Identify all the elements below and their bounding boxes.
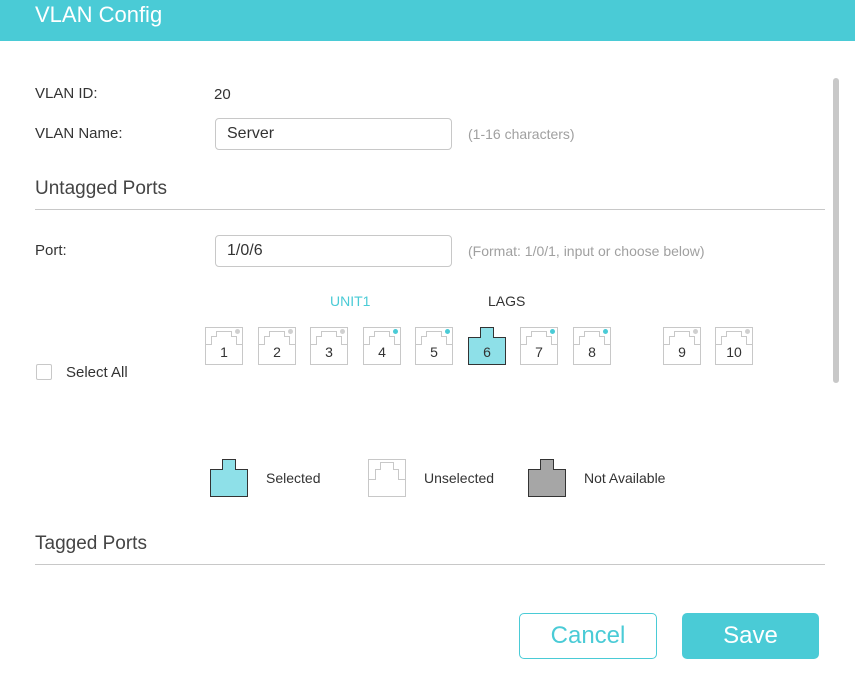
port-status-dot (550, 329, 555, 334)
port-number-label: 3 (325, 344, 333, 360)
port-number-label: 10 (726, 344, 742, 360)
port-status-dot (745, 329, 750, 334)
port-number-label: 5 (430, 344, 438, 360)
port-5[interactable]: 5 (415, 327, 453, 365)
vlan-name-label: VLAN Name: (35, 125, 123, 142)
vlan-id-label: VLAN ID: (35, 85, 98, 102)
untagged-divider (35, 209, 825, 210)
port-number-label: 6 (483, 344, 491, 360)
port-number-label: 2 (273, 344, 281, 360)
legend-not-available-icon (528, 459, 566, 497)
port-2[interactable]: 2 (258, 327, 296, 365)
port-input[interactable] (215, 235, 452, 267)
port-9[interactable]: 9 (663, 327, 701, 365)
port-6[interactable]: 6 (468, 327, 506, 365)
port-number-label: 1 (220, 344, 228, 360)
tab-lags[interactable]: LAGS (488, 293, 525, 309)
port-status-dot (235, 329, 240, 334)
cancel-button[interactable]: Cancel (519, 613, 657, 659)
legend-not-available-label: Not Available (584, 470, 666, 486)
port-7[interactable]: 7 (520, 327, 558, 365)
legend-selected-icon (210, 459, 248, 497)
vlan-name-input[interactable] (215, 118, 452, 150)
port-3[interactable]: 3 (310, 327, 348, 365)
port-4[interactable]: 4 (363, 327, 401, 365)
port-status-dot (288, 329, 293, 334)
dialog-title: VLAN Config (35, 2, 163, 27)
port-label: Port: (35, 242, 67, 259)
port-1[interactable]: 1 (205, 327, 243, 365)
port-number-label: 8 (588, 344, 596, 360)
untagged-ports-title: Untagged Ports (35, 178, 168, 199)
select-all-checkbox[interactable] (36, 364, 52, 380)
port-status-dot (393, 329, 398, 334)
vlan-id-value: 20 (214, 86, 231, 103)
port-number-label: 9 (678, 344, 686, 360)
scrollbar-thumb[interactable] (833, 78, 839, 383)
port-number-label: 7 (535, 344, 543, 360)
vlan-name-hint: (1-16 characters) (468, 126, 575, 142)
port-number-label: 4 (378, 344, 386, 360)
scrollbar[interactable] (833, 78, 839, 383)
legend-unselected-icon (368, 459, 406, 497)
tagged-divider (35, 564, 825, 565)
port-status-dot (603, 329, 608, 334)
port-status-dot (693, 329, 698, 334)
port-hint: (Format: 1/0/1, input or choose below) (468, 243, 705, 259)
port-10[interactable]: 10 (715, 327, 753, 365)
tagged-ports-title: Tagged Ports (35, 533, 147, 554)
tab-unit1[interactable]: UNIT1 (330, 293, 370, 309)
port-8[interactable]: 8 (573, 327, 611, 365)
select-all-label[interactable]: Select All (66, 364, 128, 382)
port-status-dot (445, 329, 450, 334)
port-status-dot (340, 329, 345, 334)
save-button[interactable]: Save (682, 613, 819, 659)
legend-unselected-label: Unselected (424, 470, 495, 486)
dialog-header: VLAN Config (0, 0, 855, 41)
legend-selected-label: Selected (266, 470, 321, 486)
